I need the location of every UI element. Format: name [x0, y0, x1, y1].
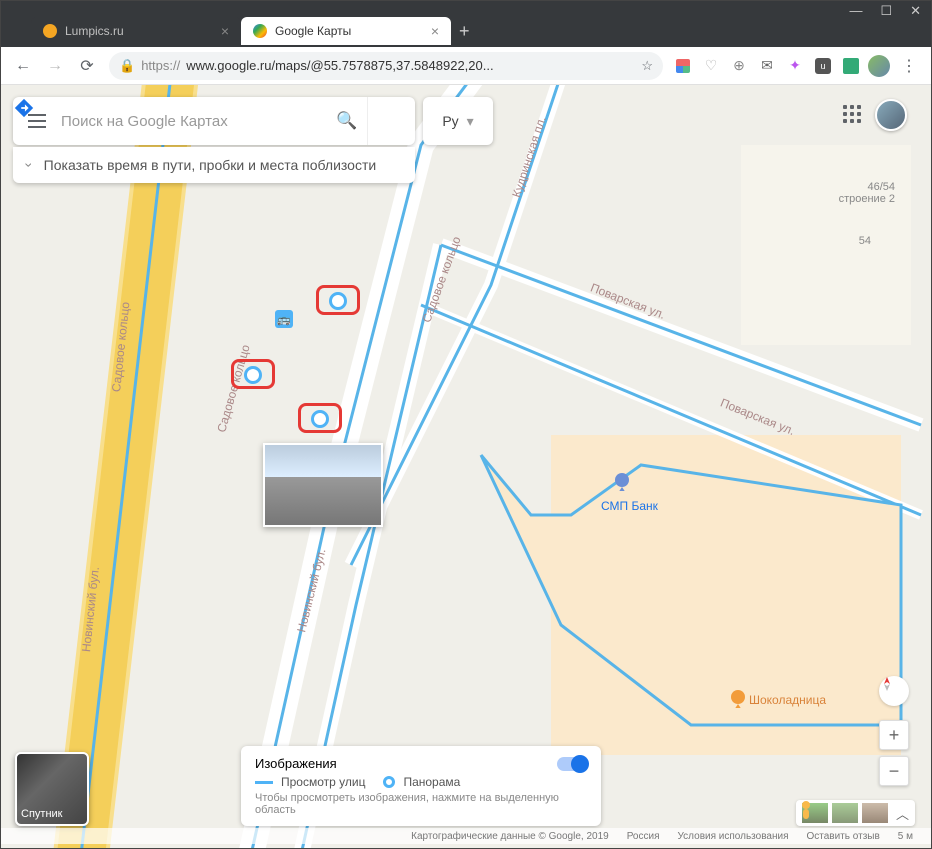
imagery-toggle[interactable]: [557, 757, 587, 771]
compass-button[interactable]: [879, 676, 909, 706]
copyright-text: Картографические данные © Google, 2019: [411, 831, 609, 842]
highlight-marker: [316, 285, 360, 315]
favicon-icon: [253, 24, 267, 38]
map-roads: [1, 85, 931, 848]
language-button[interactable]: Ру ▾: [423, 97, 493, 145]
lock-icon: 🔒: [119, 58, 135, 74]
url-scheme: https://: [141, 58, 180, 73]
satellite-toggle[interactable]: Спутник: [15, 752, 89, 826]
zoom-out-button[interactable]: −: [879, 756, 909, 786]
chevron-down-icon: ›: [21, 163, 37, 168]
tab-bar: Lumpics.ru × Google Карты × +: [1, 15, 931, 47]
extension-icon[interactable]: [671, 54, 695, 78]
imagery-title: Изображения: [255, 756, 337, 771]
extension-icon[interactable]: ⊕: [727, 54, 751, 78]
highlight-marker: [231, 359, 275, 389]
imagery-thumb[interactable]: [832, 803, 858, 823]
google-apps-button[interactable]: [843, 105, 861, 123]
country-text: Россия: [627, 831, 660, 842]
highlight-marker: [298, 403, 342, 433]
legend-streetview: Просмотр улиц: [281, 775, 365, 789]
caret-down-icon: ▾: [467, 113, 474, 130]
chevron-up-icon[interactable]: ︿: [896, 804, 909, 823]
close-tab-icon[interactable]: ×: [431, 23, 439, 39]
extension-icon[interactable]: [839, 54, 863, 78]
streetview-preview[interactable]: [263, 443, 383, 527]
expand-text: Показать время в пути, пробки и места по…: [44, 157, 377, 173]
close-tab-icon[interactable]: ×: [221, 23, 229, 39]
terms-link[interactable]: Условия использования: [678, 831, 789, 842]
address-bar: ← → ⟳ 🔒 https:// www.google.ru/maps/@55.…: [1, 47, 931, 85]
extension-icon[interactable]: ✉: [755, 54, 779, 78]
directions-icon: [13, 97, 35, 119]
map-canvas[interactable]: Садовое кольцо Новинский бул. Новинский …: [1, 85, 931, 848]
imagery-thumb[interactable]: [862, 803, 888, 823]
zoom-in-button[interactable]: +: [879, 720, 909, 750]
extension-icon[interactable]: ✦: [783, 54, 807, 78]
satellite-label: Спутник: [21, 808, 62, 820]
back-button[interactable]: ←: [9, 52, 37, 80]
imagery-hint: Чтобы просмотреть изображения, нажмите н…: [255, 792, 587, 816]
url-text: www.google.ru/maps/@55.7578875,37.584892…: [186, 58, 493, 73]
compass-icon: [879, 676, 895, 692]
hamburger-icon: [28, 120, 46, 122]
extension-icon[interactable]: ♡: [699, 54, 723, 78]
menu-button[interactable]: [13, 120, 61, 122]
bus-stop-icon[interactable]: 🚌: [275, 310, 293, 328]
panorama-legend-icon: [383, 776, 395, 788]
maximize-button[interactable]: ☐: [880, 3, 892, 19]
tab-title: Lumpics.ru: [65, 24, 124, 38]
profile-avatar[interactable]: [867, 54, 891, 78]
search-icon[interactable]: 🔍: [327, 111, 367, 131]
legend-panorama: Панорама: [403, 775, 460, 789]
address-label: 54: [859, 235, 871, 247]
map-footer: Картографические данные © Google, 2019 Р…: [1, 828, 931, 844]
feedback-link[interactable]: Оставить отзыв: [807, 831, 880, 842]
tab-google-maps[interactable]: Google Карты ×: [241, 17, 451, 45]
pegman-icon[interactable]: [796, 800, 816, 824]
address-label: 46/54 строение 2: [839, 181, 895, 205]
cafe-pin-icon[interactable]: [729, 690, 747, 708]
imagery-strip[interactable]: ︿: [796, 800, 915, 826]
streetview-legend-icon: [255, 781, 273, 784]
close-button[interactable]: ✕: [910, 3, 921, 19]
extension-icon[interactable]: u: [811, 54, 835, 78]
reload-button[interactable]: ⟳: [73, 52, 101, 80]
scale-text: 5 м: [898, 831, 913, 842]
poi-label[interactable]: СМП Банк: [601, 499, 658, 513]
tab-title: Google Карты: [275, 24, 351, 38]
language-label: Ру: [442, 113, 458, 129]
tab-lumpics[interactable]: Lumpics.ru ×: [31, 17, 241, 45]
map-controls: + −: [879, 676, 909, 786]
minimize-button[interactable]: —: [849, 3, 862, 19]
account-avatar[interactable]: [875, 99, 907, 131]
new-tab-button[interactable]: +: [459, 21, 470, 42]
url-input[interactable]: 🔒 https:// www.google.ru/maps/@55.757887…: [109, 52, 663, 80]
search-box: 🔍: [13, 97, 415, 145]
favicon-icon: [43, 24, 57, 38]
bank-pin-icon[interactable]: [613, 473, 631, 491]
directions-button[interactable]: [367, 97, 415, 145]
window-controls: — ☐ ✕: [849, 3, 921, 19]
browser-menu-button[interactable]: ⋮: [895, 52, 923, 80]
imagery-panel: Изображения Просмотр улиц Панорама Чтобы…: [241, 746, 601, 826]
poi-label[interactable]: Шоколадница: [749, 693, 826, 707]
bookmark-star-icon[interactable]: ☆: [641, 58, 653, 74]
search-input[interactable]: [61, 113, 327, 130]
forward-button[interactable]: →: [41, 52, 69, 80]
expand-panel[interactable]: › Показать время в пути, пробки и места …: [13, 147, 415, 183]
